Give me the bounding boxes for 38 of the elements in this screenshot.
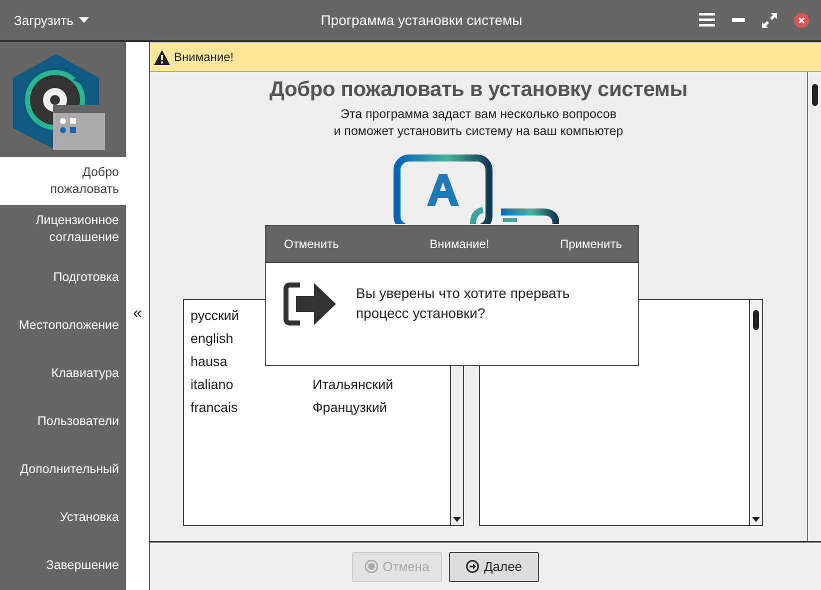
dialog-cancel-button[interactable]: Отменить bbox=[284, 237, 339, 251]
sidebar-item[interactable]: Лицензионное соглашение bbox=[0, 205, 126, 253]
list-scrollbar[interactable] bbox=[748, 300, 762, 525]
sidebar-item[interactable]: Завершение bbox=[0, 541, 126, 589]
welcome-title: Добро пожаловать в установку системы bbox=[269, 78, 688, 102]
warning-icon bbox=[154, 50, 170, 64]
caret-icon bbox=[79, 17, 90, 23]
sidebar-item[interactable]: Клавиатура bbox=[0, 349, 126, 397]
language-translation[interactable]: Французкий bbox=[312, 400, 387, 415]
language-name[interactable]: francais bbox=[190, 400, 312, 415]
sidebar-item[interactable]: Местоположение bbox=[0, 301, 126, 349]
collapse-button[interactable]: « bbox=[133, 307, 142, 321]
close-icon[interactable] bbox=[794, 12, 809, 28]
load-menu-button[interactable]: Загрузить bbox=[14, 12, 134, 28]
dialog-title: Внимание! bbox=[428, 237, 490, 251]
dialog-apply-button[interactable]: Применить bbox=[560, 237, 622, 251]
dialog-message: Вы уверены что хотите прервать процесс установки? bbox=[356, 284, 571, 323]
warning-text: Внимание! bbox=[174, 50, 234, 64]
language-name[interactable]: italiano bbox=[190, 377, 312, 392]
next-button[interactable]: Далее bbox=[449, 552, 539, 582]
arrow-right-icon bbox=[466, 560, 479, 573]
sidebar-item[interactable]: Пользователи bbox=[0, 397, 126, 445]
menu-icon[interactable] bbox=[699, 13, 715, 27]
exit-icon bbox=[282, 281, 338, 327]
window-title: Программа установки системы bbox=[320, 12, 524, 28]
sidebar-item[interactable]: Дополнительный bbox=[0, 445, 126, 493]
content-scrollbar[interactable] bbox=[807, 72, 821, 541]
scroll-thumb[interactable] bbox=[812, 84, 818, 106]
language-translation[interactable]: Итальянский bbox=[312, 377, 394, 392]
scroll-down-icon[interactable] bbox=[752, 517, 760, 522]
welcome-subtitle: Эта программа задаст вам несколько вопросов и поможет установить систему на ваш компьютер bbox=[334, 106, 624, 140]
scroll-thumb[interactable] bbox=[752, 310, 758, 330]
scroll-down-icon[interactable] bbox=[452, 517, 460, 522]
cancel-icon bbox=[364, 560, 378, 573]
sidebar-item[interactable]: Подготовка bbox=[0, 253, 126, 301]
sidebar-item[interactable]: Установка bbox=[0, 493, 126, 541]
maximize-icon[interactable] bbox=[762, 12, 777, 28]
sidebar-item[interactable]: Добро пожаловать bbox=[0, 157, 126, 205]
